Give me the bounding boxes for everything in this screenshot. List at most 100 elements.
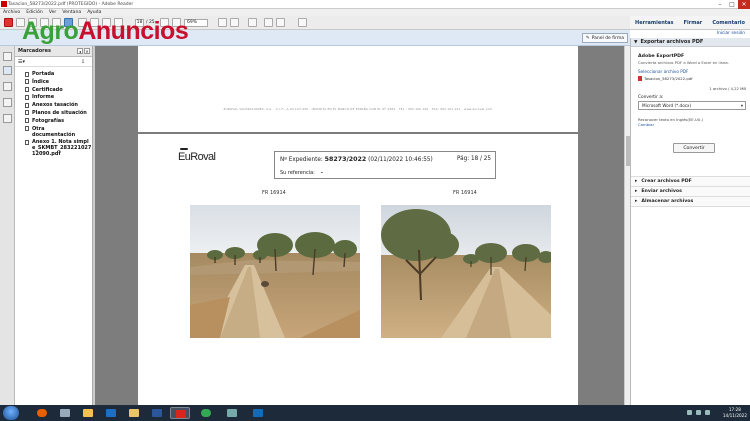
- signatures-icon[interactable]: [3, 98, 12, 107]
- selected-file: Tasacion_58273/2022.pdf: [638, 76, 692, 81]
- folder-taskbar-icon[interactable]: [124, 407, 144, 419]
- menu-edicion[interactable]: Edición: [26, 10, 43, 15]
- undo-icon[interactable]: [264, 18, 273, 27]
- export-pdf-section[interactable]: ▼ Exportar archivos PDF: [631, 38, 750, 47]
- bookmark-indice[interactable]: Índice: [15, 79, 92, 85]
- outlook2-taskbar-icon[interactable]: [248, 407, 268, 419]
- tab-herramientas[interactable]: Herramientas: [635, 20, 674, 26]
- notes-taskbar-icon[interactable]: [55, 407, 75, 419]
- watermark-anuncios: Anuncios: [78, 17, 189, 45]
- adobe-reader-taskbar-icon[interactable]: [170, 407, 190, 419]
- redo-icon[interactable]: [276, 18, 285, 27]
- fit-width-icon[interactable]: [230, 18, 239, 27]
- menu-ventana[interactable]: Ventana: [62, 10, 81, 15]
- network-icon[interactable]: [687, 410, 692, 415]
- expand-arrow-icon: ▸: [635, 189, 638, 194]
- expand-arrow-icon: ▸: [635, 179, 638, 184]
- document-viewport[interactable]: EUROVAL VALORACIONES, S.A. · C.I.F.: A-0…: [95, 46, 624, 405]
- bookmark-label: Anexos tasación: [32, 102, 78, 109]
- explorer-taskbar-icon[interactable]: [78, 407, 98, 419]
- send-files-label: Enviar archivos: [641, 189, 682, 194]
- tab-comentario[interactable]: Comentario: [712, 20, 745, 26]
- photo-right-caption: FR 16914: [453, 190, 477, 196]
- current-page: EuRoval Nº Expediente: 58273/2022 (02/11…: [138, 134, 578, 405]
- tools-panel: ▼ Exportar archivos PDF Adobe ExportPDF …: [630, 38, 750, 405]
- signature-panel-button[interactable]: ✎ Panel de firma: [581, 33, 628, 43]
- bookmark-label: Certificado: [32, 86, 63, 93]
- bookmarks-panel: Marcadores ◂ ✕ ☰▾ ⇩ Portada Índice Certi…: [15, 46, 93, 405]
- battery-icon[interactable]: [705, 410, 710, 415]
- bookmark-anexos-tasacion[interactable]: Anexos tasación: [15, 102, 92, 108]
- bookmark-fotografias[interactable]: Fotografías: [15, 118, 92, 124]
- attachments-icon[interactable]: [3, 82, 12, 91]
- expand-bookmark-icon[interactable]: ⇩: [81, 59, 85, 65]
- convert-format-value: Microsoft Word (*.docx): [642, 103, 692, 108]
- menu-ver[interactable]: Ver: [49, 10, 57, 15]
- layers-icon[interactable]: [3, 114, 12, 123]
- bookmark-label: Índice: [32, 78, 50, 85]
- expand-icon[interactable]: [298, 18, 307, 27]
- selected-file-name: Tasacion_58273/2022.pdf: [644, 76, 693, 81]
- collapse-arrow-icon: ▼: [634, 39, 638, 45]
- select-pdf-link[interactable]: Seleccionar archivo PDF: [638, 69, 688, 74]
- bookmark-portada[interactable]: Portada: [15, 71, 92, 77]
- navigation-icon-bar: [0, 46, 15, 405]
- chrome-taskbar-icon[interactable]: [196, 407, 216, 419]
- convert-format-select[interactable]: Microsoft Word (*.docx) ▾: [638, 101, 746, 110]
- window-title: Tasacion_58273/2022.pdf (PROTEGIDO) - Ad…: [8, 1, 134, 7]
- store-files-label: Almacenar archivos: [641, 199, 694, 204]
- menu-ayuda[interactable]: Ayuda: [87, 10, 101, 15]
- fit-page-icon[interactable]: [218, 18, 227, 27]
- bookmarks-header: Marcadores ◂ ✕: [15, 46, 92, 57]
- bookmark-otra-documentacion[interactable]: Otra documentación: [15, 126, 92, 138]
- read-mode-icon[interactable]: [248, 18, 257, 27]
- bookmark-certificado[interactable]: Certificado: [15, 87, 92, 93]
- bookmark-label: Anexo 1. Nota simple_SKMBT_2832210271209…: [32, 139, 92, 158]
- clock[interactable]: 17:28 14/11/2022: [723, 407, 747, 418]
- bookmark-anexo-1[interactable]: Anexo 1. Nota simple_SKMBT_2832210271209…: [15, 139, 92, 157]
- word-taskbar-icon[interactable]: [147, 407, 167, 419]
- expand-arrow-icon: ▸: [635, 199, 638, 204]
- menu-archivo[interactable]: Archivo: [3, 10, 20, 15]
- bookmark-informe[interactable]: Informe: [15, 94, 92, 100]
- create-pdf-icon[interactable]: [4, 18, 13, 27]
- close-panel-icon[interactable]: ✕: [84, 48, 90, 54]
- page-footer-text: EUROVAL VALORACIONES, S.A. · C.I.F.: A-0…: [223, 107, 493, 111]
- bookmark-icon: [25, 102, 29, 108]
- create-pdf-section[interactable]: ▸ Crear archivos PDF: [631, 177, 750, 187]
- bookmark-icon: [25, 110, 29, 116]
- tab-firmar[interactable]: Firmar: [684, 20, 703, 26]
- photo-left-caption: FR 16914: [262, 190, 286, 196]
- pen-icon: ✎: [585, 35, 590, 41]
- bookmark-icon: [25, 94, 29, 100]
- maximize-button[interactable]: □: [726, 0, 738, 9]
- photo-orchard-track: [190, 205, 360, 338]
- adobe-exportpdf-description: Convierta archivos PDF a Word o Excel en…: [638, 60, 729, 65]
- change-language-link[interactable]: Cambiar: [638, 122, 654, 127]
- adobe-reader-icon: [1, 1, 7, 7]
- bookmark-planos[interactable]: Planos de situación: [15, 110, 92, 116]
- photos-taskbar-icon[interactable]: [222, 407, 242, 419]
- export-pdf-body: Adobe ExportPDF Convierta archivos PDF a…: [631, 47, 750, 177]
- bookmark-icon: [25, 139, 29, 145]
- expediente-number: 58273/2022: [324, 156, 367, 163]
- collapse-panel-icon[interactable]: ◂: [77, 48, 83, 54]
- sign-in-link[interactable]: Iniciar sesión: [630, 30, 750, 38]
- minimize-button[interactable]: –: [714, 0, 726, 9]
- store-files-section[interactable]: ▸ Almacenar archivos: [631, 197, 750, 207]
- title-bar: Tasacion_58273/2022.pdf (PROTEGIDO) - Ad…: [0, 0, 750, 9]
- signature-panel-label: Panel de firma: [591, 35, 624, 41]
- bookmark-icon: [25, 126, 29, 132]
- adobe-exportpdf-title: Adobe ExportPDF: [638, 54, 685, 59]
- options-icon[interactable]: ☰▾: [18, 59, 25, 65]
- start-button[interactable]: [3, 406, 19, 420]
- close-button[interactable]: ✕: [738, 0, 750, 9]
- outlook-taskbar-icon[interactable]: [101, 407, 121, 419]
- bookmarks-icon[interactable]: [3, 66, 12, 75]
- create-pdf-label: Crear archivos PDF: [641, 179, 692, 184]
- firefox-taskbar-icon[interactable]: [32, 407, 52, 419]
- convert-button[interactable]: Convertir: [673, 143, 715, 153]
- volume-icon[interactable]: [696, 410, 701, 415]
- send-files-section[interactable]: ▸ Enviar archivos: [631, 187, 750, 197]
- page-thumbnails-icon[interactable]: [3, 52, 12, 61]
